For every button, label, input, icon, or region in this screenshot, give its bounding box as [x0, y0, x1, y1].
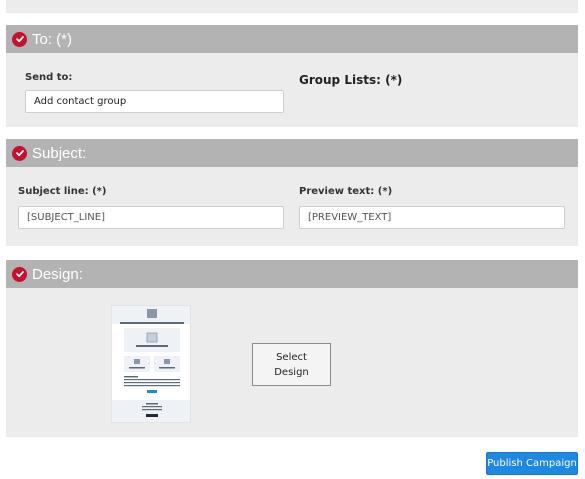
template-thumbnail-graphic [112, 306, 190, 422]
section-design-header[interactable]: Design: [6, 260, 578, 288]
preview-text-label: Preview text: (*) [299, 186, 393, 197]
template-thumbnail[interactable] [111, 305, 191, 423]
select-design-button[interactable]: Select Design [252, 343, 331, 386]
subject-line-input[interactable] [18, 206, 284, 229]
group-lists-label: Group Lists: (*) [299, 73, 403, 87]
preview-text-input[interactable] [299, 206, 565, 229]
publish-campaign-button[interactable]: Publish Campaign [486, 452, 578, 475]
section-subject: Subject: Subject line: (*) Preview text:… [6, 139, 578, 246]
section-subject-title: Subject: [32, 144, 87, 162]
send-to-label: Send to: [25, 72, 73, 83]
subject-line-label: Subject line: (*) [18, 186, 107, 197]
section-subject-header[interactable]: Subject: [6, 139, 578, 167]
section-design: Design: Select Design [6, 260, 578, 437]
section-to-title: To: (*) [32, 30, 73, 48]
section-to-header[interactable]: To: (*) [6, 25, 578, 53]
check-circle-icon [12, 145, 27, 161]
section-to: To: (*) Send to: Group Lists: (*) [6, 25, 578, 127]
section-design-title: Design: [32, 265, 83, 283]
design-body: Select Design [6, 288, 578, 437]
check-circle-icon [12, 266, 27, 282]
check-circle-icon [12, 31, 27, 47]
send-to-input[interactable] [25, 90, 284, 113]
previous-section-bottom [6, 0, 578, 13]
